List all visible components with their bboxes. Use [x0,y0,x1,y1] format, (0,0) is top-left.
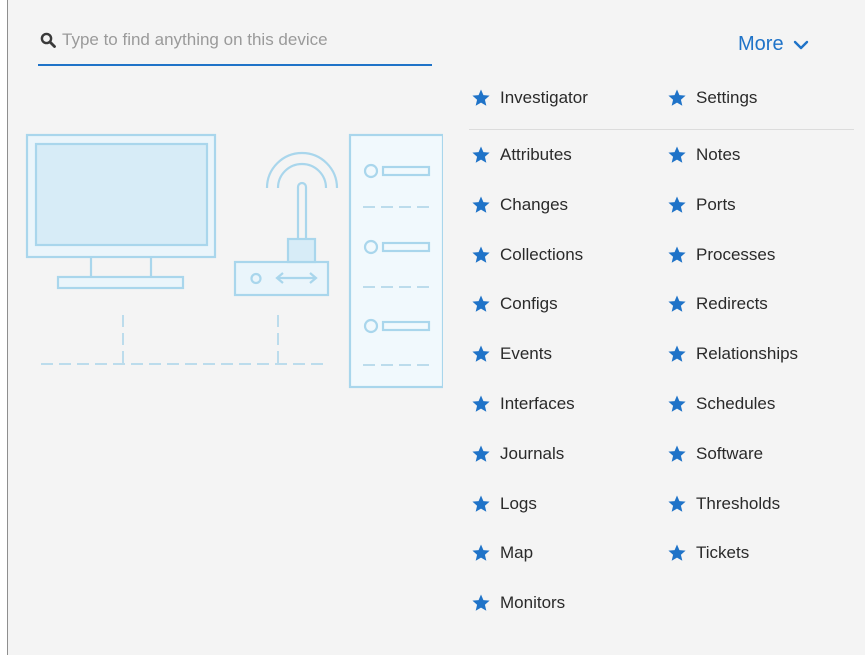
star-icon [472,196,490,213]
link-redirects[interactable]: Redirects [667,292,768,316]
link-label: Settings [696,88,758,107]
link-collections[interactable]: Collections [471,243,583,267]
star-icon [472,495,490,512]
search-input[interactable] [62,28,422,52]
link-monitors[interactable]: Monitors [471,591,565,615]
link-label: Journals [500,444,565,463]
link-label: Processes [696,245,776,264]
link-ports[interactable]: Ports [667,193,736,217]
star-icon [668,495,686,512]
link-notes[interactable]: Notes [667,143,740,167]
link-logs[interactable]: Logs [471,492,537,516]
star-icon [668,395,686,412]
link-label: Attributes [500,145,572,164]
link-label: Monitors [500,593,566,612]
link-label: Events [500,344,552,363]
star-icon [668,196,686,213]
links-divider [469,129,854,130]
link-tickets[interactable]: Tickets [667,541,749,565]
link-label: Interfaces [500,394,575,413]
star-icon [668,246,686,263]
link-events[interactable]: Events [471,342,552,366]
link-settings[interactable]: Settings [667,86,757,110]
star-icon [472,295,490,312]
link-label: Thresholds [696,494,781,513]
star-icon [472,146,490,163]
link-attributes[interactable]: Attributes [471,143,572,167]
star-icon [668,295,686,312]
link-label: Logs [500,494,537,513]
link-interfaces[interactable]: Interfaces [471,392,575,416]
link-label: Configs [500,294,558,313]
link-thresholds[interactable]: Thresholds [667,492,780,516]
star-icon [668,345,686,362]
star-icon [668,544,686,561]
more-dropdown-button[interactable]: More [738,31,809,57]
star-icon [472,246,490,263]
chevron-down-icon [793,40,808,50]
star-icon [472,89,490,106]
link-software[interactable]: Software [667,442,763,466]
link-label: Relationships [696,344,799,363]
link-journals[interactable]: Journals [471,442,564,466]
link-configs[interactable]: Configs [471,292,558,316]
star-icon [668,146,686,163]
link-relationships[interactable]: Relationships [667,342,798,366]
device-search-bar [38,28,432,66]
link-map[interactable]: Map [471,541,533,565]
link-investigator[interactable]: Investigator [471,86,588,110]
star-icon [472,445,490,462]
star-icon [472,345,490,362]
more-label: More [738,32,784,55]
star-icon [472,594,490,611]
network-devices-illustration [25,133,443,389]
link-label: Map [500,543,534,562]
star-icon [472,544,490,561]
star-icon [668,445,686,462]
link-schedules[interactable]: Schedules [667,392,775,416]
link-label: Ports [696,195,736,214]
link-label: Redirects [696,294,768,313]
device-links-panel: More [7,0,865,655]
star-icon [668,89,686,106]
star-icon [472,395,490,412]
link-label: Schedules [696,394,776,413]
link-label: Software [696,444,764,463]
link-label: Tickets [696,543,750,562]
link-label: Investigator [500,88,588,107]
link-label: Collections [500,245,584,264]
link-changes[interactable]: Changes [471,193,568,217]
link-label: Changes [500,195,569,214]
search-icon [40,32,56,48]
link-label: Notes [696,145,741,164]
link-processes[interactable]: Processes [667,243,775,267]
